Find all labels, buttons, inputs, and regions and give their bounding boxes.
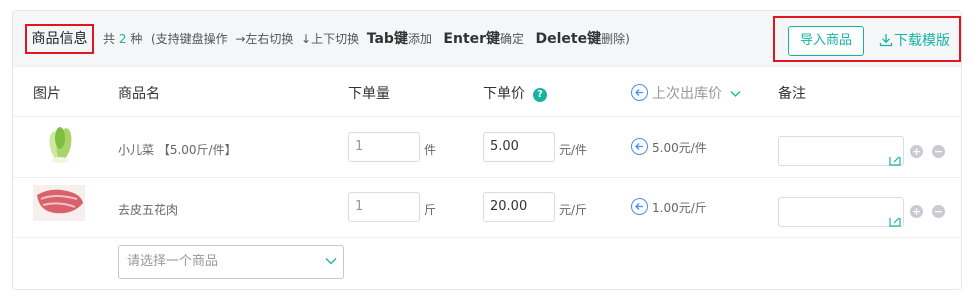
remove-row-icon[interactable]: − — [932, 145, 945, 158]
product-name: 小儿菜 【5.00斤/件】 — [118, 143, 237, 157]
hint-enter-key: Enter键 — [443, 31, 501, 47]
add-row-icon[interactable]: + — [910, 145, 923, 158]
row-divider — [13, 177, 961, 178]
row-divider — [13, 237, 961, 238]
chevron-down-icon — [325, 258, 337, 265]
quantity-unit: 件 — [424, 143, 437, 157]
chevron-down-icon — [726, 86, 741, 102]
last-price-text: 5.00元/件 — [652, 141, 707, 155]
remark-input[interactable] — [778, 197, 904, 227]
hint-left-right: →左右切换 — [235, 32, 294, 46]
price-input[interactable]: 5.00 — [483, 132, 555, 162]
count-suffix: 种 — [130, 32, 143, 46]
download-template-link[interactable]: 下载模版 — [879, 31, 950, 51]
col-name-header: 商品名 — [118, 86, 160, 102]
download-icon — [879, 34, 893, 47]
hint-enter-action: 确定 — [500, 32, 525, 46]
col-last-price-label: 上次出库价 — [652, 86, 722, 102]
quantity-input[interactable]: 1 — [348, 192, 420, 222]
product-count: 共 2 种 — [103, 29, 142, 49]
product-name: 去皮五花肉 — [118, 203, 179, 217]
price-unit: 元/件 — [559, 143, 588, 157]
back-arrow-icon — [631, 198, 648, 215]
toolbar-actions: 导入商品 下载模版 — [773, 16, 961, 62]
product-select[interactable]: 请选择一个商品 — [118, 245, 344, 279]
price-unit: 元/斤 — [559, 203, 588, 217]
remark-input[interactable] — [778, 136, 904, 166]
panel-toolbar: 商品信息 共 2 种 (支持键盘操作 →左右切换 ↓上下切换 Tab键添加 En… — [13, 11, 961, 67]
download-template-label: 下载模版 — [894, 33, 950, 49]
edit-corner-icon — [889, 217, 901, 227]
last-price-text: 1.00元/斤 — [652, 201, 707, 215]
hint-delete-action: 删除) — [601, 32, 630, 46]
back-arrow-icon — [631, 84, 648, 101]
quantity-unit: 斤 — [424, 203, 437, 217]
col-price-header: 下单价? — [483, 83, 547, 103]
last-price-value[interactable]: 5.00元/件 — [631, 138, 707, 156]
product-select-placeholder: 请选择一个商品 — [127, 254, 219, 269]
last-price-value[interactable]: 1.00元/斤 — [631, 198, 707, 216]
col-remark-header: 备注 — [778, 86, 806, 102]
edit-corner-icon — [889, 156, 901, 166]
import-products-button[interactable]: 导入商品 — [788, 26, 864, 56]
price-help-icon[interactable]: ? — [533, 88, 547, 102]
quantity-input[interactable]: 1 — [348, 132, 420, 162]
hint-tab-key: Tab键 — [366, 31, 408, 47]
hint-tab-action: 添加 — [407, 32, 432, 46]
row-divider — [13, 116, 961, 117]
add-row-icon[interactable]: + — [910, 205, 923, 218]
col-quantity-header: 下单量 — [348, 86, 390, 102]
keyboard-hint: (支持键盘操作 →左右切换 ↓上下切换 Tab键添加 Enter键确定 Dele… — [151, 29, 630, 49]
section-title: 商品信息 — [25, 24, 94, 54]
product-image-cabbage — [35, 120, 85, 166]
hint-intro: (支持键盘操作 — [151, 32, 228, 46]
back-arrow-icon — [631, 138, 648, 155]
col-image-header: 图片 — [33, 86, 61, 102]
count-value: 2 — [118, 32, 127, 46]
product-image-pork — [33, 181, 85, 225]
col-last-price-header[interactable]: 上次出库价 — [631, 83, 741, 103]
count-prefix: 共 — [103, 32, 116, 46]
product-info-panel: 商品信息 共 2 种 (支持键盘操作 →左右切换 ↓上下切换 Tab键添加 En… — [12, 10, 962, 290]
remove-row-icon[interactable]: − — [932, 205, 945, 218]
hint-up-down: ↓上下切换 — [301, 32, 360, 46]
price-input[interactable]: 20.00 — [483, 192, 555, 222]
col-price-label: 下单价 — [483, 86, 525, 102]
hint-delete-key: Delete键 — [535, 31, 602, 47]
